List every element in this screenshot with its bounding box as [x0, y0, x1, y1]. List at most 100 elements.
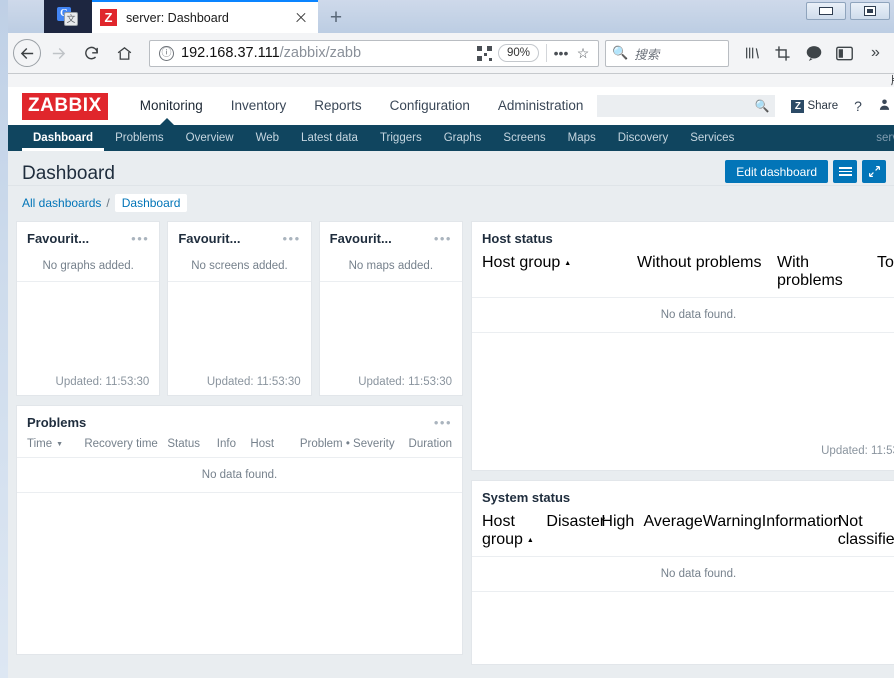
widget-header: Favourit... ••• — [168, 222, 310, 254]
sidebar-icon[interactable] — [832, 41, 857, 66]
sub-menu-triggers[interactable]: Triggers — [369, 125, 433, 151]
url-text: 192.168.37.111/zabbix/zabb — [181, 45, 471, 61]
sub-menu-latest-data[interactable]: Latest data — [290, 125, 369, 151]
sub-menu-web[interactable]: Web — [245, 125, 290, 151]
column-recovery-time[interactable]: Recovery time — [84, 438, 167, 450]
system-status-empty-text: No data found. — [472, 557, 894, 592]
address-bar[interactable]: ⓘ 192.168.37.111/zabbix/zabb 90% ••• ☆ — [149, 39, 599, 67]
sub-menu-problems[interactable]: Problems — [104, 125, 175, 151]
breadcrumb-current[interactable]: Dashboard — [114, 194, 188, 212]
column-disaster[interactable]: Disaster — [546, 513, 605, 549]
column-average[interactable]: Average — [643, 513, 702, 549]
column-with-problems[interactable]: With problems — [777, 254, 877, 290]
main-menu-configuration[interactable]: Configuration — [376, 91, 484, 121]
column-host-group[interactable]: Host group — [482, 254, 637, 290]
host-status-empty-text: No data found. — [472, 298, 894, 333]
help-icon[interactable]: ? — [854, 98, 862, 114]
maximize-icon — [864, 6, 876, 16]
widget-menu-icon[interactable]: ••• — [434, 232, 452, 245]
sub-menu-discovery[interactable]: Discovery — [607, 125, 679, 151]
column-not-classified[interactable]: Not classifie — [838, 513, 894, 549]
widget-updated: Updated: 11:53:30 — [55, 376, 150, 388]
column-status[interactable]: Status — [167, 438, 216, 450]
browser-window: G 文 Z server: Dashboard + ⓘ — [8, 0, 894, 678]
dashboard-column-right: Host status ••• Host group Without probl… — [471, 221, 894, 674]
person-icon[interactable] — [878, 98, 891, 114]
column-information[interactable]: Information — [762, 513, 842, 549]
sub-menu-screens[interactable]: Screens — [492, 125, 556, 151]
page-title-actions: Edit dashboard — [725, 160, 886, 183]
zoom-level-chip[interactable]: 90% — [497, 44, 539, 62]
widget-title: Favourit... — [178, 231, 241, 246]
expand-icon — [868, 166, 880, 177]
site-info-icon[interactable]: ⓘ — [159, 45, 174, 61]
forward-button — [43, 38, 74, 69]
column-high[interactable]: High — [601, 513, 643, 549]
home-button[interactable] — [109, 38, 140, 69]
sub-menu-maps[interactable]: Maps — [557, 125, 607, 151]
kiosk-mode-button[interactable] — [862, 160, 886, 183]
browser-tab-active[interactable]: Z server: Dashboard — [92, 0, 318, 33]
browser-toolbar-icons: » — [739, 41, 894, 66]
server-name-label: serv — [876, 132, 894, 144]
reload-icon — [85, 46, 98, 59]
zabbix-favicon: Z — [100, 9, 117, 26]
column-without-problems[interactable]: Without problems — [637, 254, 777, 290]
sub-menu-dashboard[interactable]: Dashboard — [22, 125, 104, 151]
zabbix-logo[interactable]: ZABBIX — [22, 92, 108, 120]
minimize-icon — [819, 7, 833, 15]
widget-header: Favourit... ••• — [17, 222, 159, 254]
column-host[interactable]: Host — [250, 438, 299, 450]
share-button[interactable]: Z Share — [791, 99, 838, 113]
zabbix-search-input[interactable] — [603, 99, 755, 113]
column-problem-severity[interactable]: Problem • Severity — [300, 438, 409, 450]
breadcrumb-all-dashboards[interactable]: All dashboards — [22, 196, 101, 210]
widget-menu-icon[interactable]: ••• — [434, 416, 452, 429]
page-title-bar: Dashboard Edit dashboard — [8, 151, 894, 185]
widget-favourite-maps: Favourit... ••• No maps added. Updated: … — [318, 221, 463, 396]
widget-updated: Updated: 11:53:30 — [206, 376, 301, 388]
column-time[interactable]: Time — [27, 438, 84, 450]
google-translate-extension-icon[interactable]: G 文 — [44, 0, 92, 33]
main-menu-reports[interactable]: Reports — [300, 91, 375, 121]
library-icon[interactable] — [739, 41, 764, 66]
edit-dashboard-button[interactable]: Edit dashboard — [725, 160, 828, 183]
back-button[interactable] — [13, 39, 41, 67]
main-menu-administration[interactable]: Administration — [484, 91, 598, 121]
reload-button[interactable] — [76, 38, 107, 69]
overflow-icon[interactable]: » — [863, 41, 888, 66]
translate-icon: G 文 — [57, 6, 79, 27]
zabbix-search-box[interactable]: 🔍 — [597, 95, 776, 117]
new-tab-button[interactable]: + — [322, 4, 350, 32]
zabbix-main-menu: Monitoring Inventory Reports Configurati… — [126, 91, 598, 121]
widget-menu-icon[interactable]: ••• — [131, 232, 149, 245]
widget-menu-icon[interactable]: ••• — [283, 232, 301, 245]
widget-favourite-screens: Favourit... ••• No screens added. Update… — [167, 221, 312, 396]
widget-title: Favourit... — [27, 231, 90, 246]
dashboard-menu-button[interactable] — [833, 160, 857, 183]
column-warning[interactable]: Warning — [703, 513, 762, 549]
widget-title: Host status — [482, 231, 553, 246]
screenshot-icon[interactable] — [770, 41, 795, 66]
column-total[interactable]: Total — [877, 254, 894, 290]
column-duration[interactable]: Duration — [409, 438, 452, 450]
main-menu-inventory[interactable]: Inventory — [217, 91, 301, 121]
maximize-button[interactable] — [850, 2, 890, 20]
translate-notice-bar: 版 — [8, 74, 894, 87]
hamburger-icon — [838, 167, 852, 176]
sub-menu-services[interactable]: Services — [679, 125, 745, 151]
sub-menu-graphs[interactable]: Graphs — [433, 125, 493, 151]
menu-caret-icon — [160, 118, 174, 125]
page-actions-icon[interactable]: ••• — [550, 45, 572, 61]
qr-code-icon[interactable] — [476, 45, 492, 61]
close-icon[interactable] — [292, 9, 310, 27]
main-menu-monitoring[interactable]: Monitoring — [126, 91, 217, 121]
bookmark-star-icon[interactable]: ☆ — [572, 45, 594, 62]
pocket-icon[interactable] — [801, 41, 826, 66]
widget-title: Problems — [27, 415, 87, 430]
browser-search-bar[interactable]: 🔍 搜索 — [605, 39, 729, 67]
minimize-button[interactable] — [806, 2, 846, 20]
column-info[interactable]: Info — [217, 438, 251, 450]
sub-menu-overview[interactable]: Overview — [175, 125, 245, 151]
column-host-group[interactable]: Host group — [482, 513, 546, 549]
